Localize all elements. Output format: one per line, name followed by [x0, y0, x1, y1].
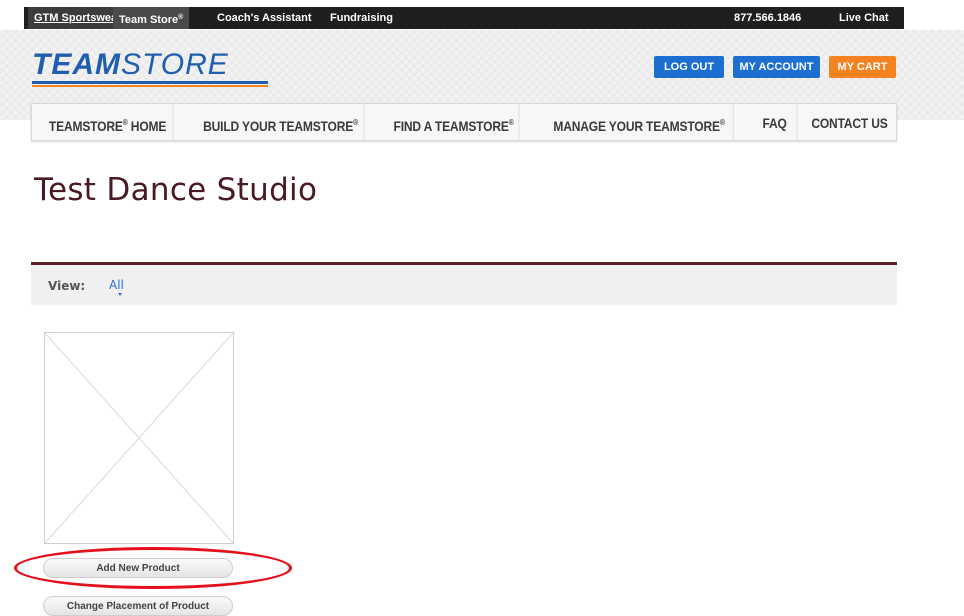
product-image-placeholder — [44, 332, 234, 544]
image-placeholder-icon — [45, 333, 233, 543]
fundraising-link[interactable]: Fundraising — [330, 7, 393, 29]
view-label: View: — [48, 279, 86, 293]
nav-faq[interactable]: FAQ — [753, 104, 798, 140]
top-utility-bar-inner: GTM Sportswear Team Store® Coach's Assis… — [24, 7, 904, 29]
top-utility-bar: GTM Sportswear Team Store® Coach's Assis… — [0, 0, 964, 30]
nav-build-your-teamstore[interactable]: BUILD YOUR TEAMSTORE® — [198, 104, 365, 140]
live-chat-link[interactable]: Live Chat — [839, 7, 889, 29]
nav-manage-your-teamstore[interactable]: MANAGE YOUR TEAMSTORE® — [545, 104, 734, 140]
nav-home-label: TEAMSTORE — [48, 118, 123, 134]
nav-find-a-teamstore[interactable]: FIND A TEAMSTORE® — [389, 104, 520, 140]
nav-build-label: BUILD YOUR TEAMSTORE — [203, 118, 354, 134]
registered-mark: ® — [353, 118, 359, 127]
change-placement-button[interactable]: Change Placement of Product — [43, 596, 233, 616]
caret-down-icon[interactable] — [118, 293, 122, 296]
registered-mark: ® — [719, 118, 725, 127]
view-filter-dropdown[interactable]: All — [109, 278, 124, 292]
nav-home-suffix: HOME — [127, 118, 167, 134]
my-account-button[interactable]: MY ACCOUNT — [733, 56, 820, 78]
team-store-label: Team Store — [119, 14, 179, 26]
nav-contact-us[interactable]: CONTACT US — [808, 104, 891, 140]
view-filter-bar: View: All — [31, 265, 897, 305]
logo-thin-text: STORE — [121, 48, 229, 81]
registered-mark: ® — [178, 14, 184, 21]
coachs-assistant-link[interactable]: Coach's Assistant — [217, 7, 312, 29]
phone-number: 877.566.1846 — [734, 12, 802, 24]
log-out-button[interactable]: LOG OUT — [654, 56, 724, 78]
logo-underline-orange — [32, 85, 268, 87]
team-store-link[interactable]: Team Store® — [113, 7, 190, 29]
add-new-product-button[interactable]: Add New Product — [43, 558, 233, 578]
nav-teamstore-home[interactable]: TEAMSTORE® HOME — [43, 104, 174, 140]
nav-manage-label: MANAGE YOUR TEAMSTORE — [553, 118, 720, 134]
logo-bold-text: TEAM — [32, 48, 121, 81]
page-title: Test Dance Studio — [34, 172, 318, 208]
registered-mark: ® — [508, 118, 514, 127]
main-nav: TEAMSTORE® HOME BUILD YOUR TEAMSTORE® FI… — [31, 103, 897, 141]
my-cart-button[interactable]: MY CART — [829, 56, 896, 78]
logo-wordmark: TEAMSTORE — [32, 50, 229, 80]
teamstore-logo[interactable]: TEAMSTORE — [32, 50, 272, 87]
logo-underline-blue — [32, 81, 268, 84]
nav-find-label: FIND A TEAMSTORE — [393, 118, 509, 134]
